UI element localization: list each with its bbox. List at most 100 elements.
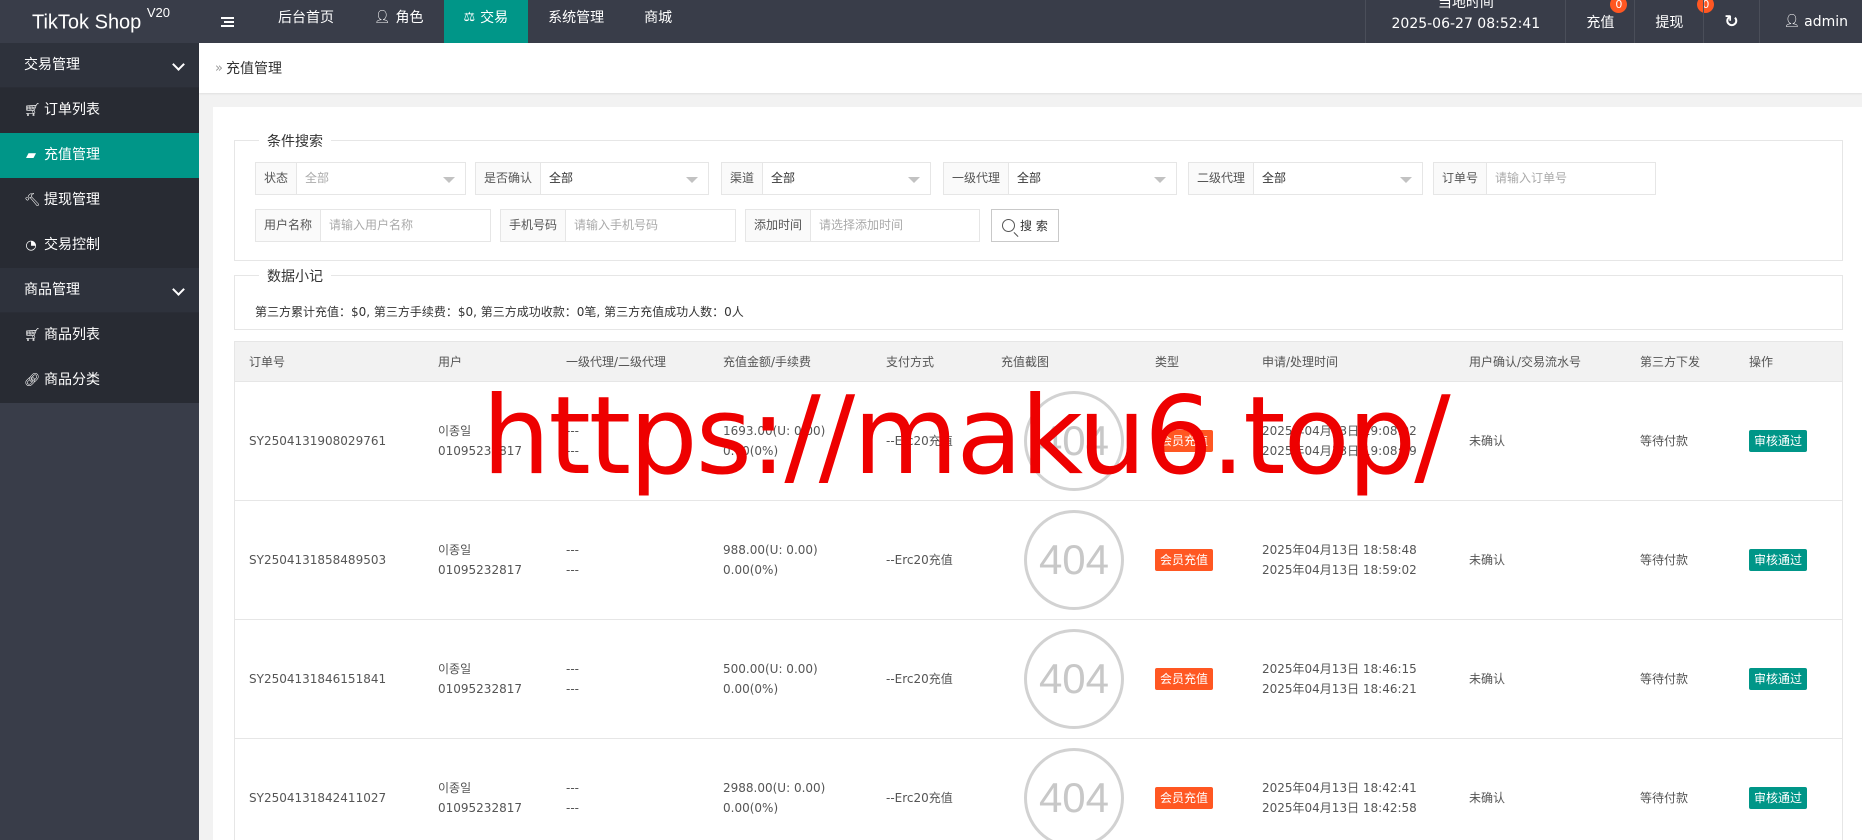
action-cell: 审核通过: [1749, 430, 1808, 452]
agent2-select[interactable]: 二级代理 全部: [1188, 162, 1423, 195]
approve-button[interactable]: 审核通过: [1749, 787, 1808, 809]
sidebar-item-withdraw[interactable]: 🔨︎ 提现管理: [0, 178, 199, 223]
search-button[interactable]: 搜 索: [991, 209, 1059, 242]
cart-icon: 🛒︎: [24, 328, 41, 343]
order-no: SY2504131908029761: [249, 434, 387, 448]
table-row: SY2504131842411027 이종일 01095232817 --- ---…: [235, 739, 1842, 840]
sidebar-group-trade[interactable]: 交易管理: [0, 43, 199, 88]
channel-value: 全部: [763, 163, 930, 194]
type-tag: 会员充值: [1155, 787, 1214, 809]
sidebar-group-label: 交易管理: [24, 57, 80, 73]
sidebar-group-label: 商品管理: [24, 282, 80, 298]
table-row: SY2504131846151841 이종일 01095232817 --- ---…: [235, 620, 1842, 739]
agent2-value-text: 全部: [1262, 171, 1287, 185]
time-input[interactable]: 请选择添加时间: [811, 210, 979, 241]
order-no: SY2504131846151841: [249, 672, 387, 686]
confirm-label: 是否确认: [476, 163, 542, 194]
order-no-input[interactable]: 请输入订单号: [1487, 163, 1655, 194]
nav-role-label: 角色: [395, 10, 424, 26]
sidebar-item-label: 充值管理: [44, 147, 100, 163]
apply-time: 2025年04月13日 18:46:15: [1262, 662, 1417, 676]
caret-down-icon: [686, 177, 698, 183]
header-right: 当地时间 2025-06-27 08:52:41 充值 0 提现 0 ↻ 👤︎ …: [1365, 0, 1862, 43]
recharge-screenshot[interactable]: 404: [1024, 748, 1124, 840]
pay-method: --Erc20充值: [886, 791, 953, 805]
agent1-select[interactable]: 一级代理 全部: [943, 162, 1177, 195]
breadcrumb: » 充值管理: [199, 43, 1862, 93]
sidebar-item-trade-control[interactable]: ◔ 交易控制: [0, 223, 199, 268]
time-cell: 2025年04月13日 18:42:41 2025年04月13日 18:42:58: [1262, 778, 1417, 818]
user-name: 이종일: [438, 781, 472, 795]
refresh-button[interactable]: ↻: [1703, 0, 1758, 43]
agent2-value: 全部: [1254, 163, 1422, 194]
fee: 0.00(0%): [723, 801, 779, 815]
amount: 988.00(U: 0.00): [723, 543, 818, 557]
sidebar-item-label: 提现管理: [44, 192, 100, 208]
approve-button[interactable]: 审核通过: [1749, 668, 1808, 690]
caret-down-icon: [1400, 177, 1412, 183]
nav-trade[interactable]: ⚖︎ 交易: [443, 0, 529, 43]
confirm-select[interactable]: 是否确认 全部: [475, 162, 709, 195]
action-cell: 审核通过: [1749, 549, 1808, 571]
confirm-status: 未确认: [1469, 553, 1506, 567]
agent1-label: 一级代理: [944, 163, 1010, 194]
phone-field[interactable]: 手机号码 请输入手机号码: [500, 209, 736, 242]
nav-mall-label: 商城: [644, 10, 673, 26]
action-cell: 审核通过: [1749, 787, 1808, 809]
sidebar-item-recharge[interactable]: ▰ 充值管理: [0, 133, 199, 178]
nav-home[interactable]: 后台首页: [258, 0, 354, 43]
user-menu[interactable]: 👤︎ admin: [1758, 0, 1862, 43]
order-no-field[interactable]: 订单号 请输入订单号: [1433, 162, 1656, 195]
username-input[interactable]: 请输入用户名称: [321, 210, 490, 241]
nav-system[interactable]: 系统管理: [528, 0, 624, 43]
channel-select[interactable]: 渠道 全部: [721, 162, 931, 195]
user-name: 이종일: [438, 424, 472, 438]
agent-cell: --- ---: [566, 659, 579, 699]
agent2: ---: [566, 801, 579, 815]
third-status: 等待付款: [1640, 672, 1689, 686]
stats-summary: 第三方累计充值：$0, 第三方手续费：$0, 第三方成功收款：0笔, 第三方充值…: [255, 305, 744, 319]
menu-toggle-icon[interactable]: [212, 0, 242, 43]
time-field[interactable]: 添加时间 请选择添加时间: [745, 209, 980, 242]
approve-button[interactable]: 审核通过: [1749, 430, 1808, 452]
search-icon: [1002, 219, 1015, 232]
user-name: 이종일: [438, 543, 472, 557]
search-button-label: 搜 索: [1020, 219, 1048, 233]
agent1: ---: [566, 543, 579, 557]
sidebar-item-goods-category[interactable]: 🔗︎ 商品分类: [0, 358, 199, 403]
approve-button[interactable]: 审核通过: [1749, 549, 1808, 571]
user-icon: 👤︎: [1783, 14, 1801, 29]
phone-input[interactable]: 请输入手机号码: [566, 210, 735, 241]
confirm-value-text: 全部: [549, 171, 574, 185]
cart-icon: 🛒︎: [24, 103, 41, 118]
agent-cell: --- ---: [566, 540, 579, 580]
nav-role[interactable]: 👤︎ 角色: [354, 0, 444, 43]
caret-down-icon: [443, 177, 455, 183]
col-order: 订单号: [249, 355, 286, 369]
type-tag: 会员充值: [1155, 549, 1214, 571]
process-time: 2025年04月13日 18:46:21: [1262, 682, 1417, 696]
agent1-value-text: 全部: [1017, 171, 1042, 185]
withdraw-notice-label: 提现: [1655, 14, 1684, 31]
withdraw-notice[interactable]: 提现 0: [1634, 0, 1715, 43]
breadcrumb-current[interactable]: 充值管理: [226, 58, 282, 78]
apply-time: 2025年04月13日 18:58:48: [1262, 543, 1417, 557]
sidebar-item-goods-list[interactable]: 🛒︎ 商品列表: [0, 313, 199, 358]
sidebar-item-orders[interactable]: 🛒︎ 订单列表: [0, 88, 199, 133]
third-status: 等待付款: [1640, 553, 1689, 567]
recharge-screenshot[interactable]: 404: [1024, 510, 1124, 610]
time-cell: 2025年04月13日 18:58:48 2025年04月13日 18:59:02: [1262, 540, 1417, 580]
channel-label: 渠道: [722, 163, 764, 194]
agent1-value: 全部: [1009, 163, 1176, 194]
app-logo[interactable]: TikTok Shop V20: [0, 0, 199, 43]
recharge-screenshot[interactable]: 404: [1024, 629, 1124, 729]
username-field[interactable]: 用户名称 请输入用户名称: [255, 209, 491, 242]
recharge-notice[interactable]: 充值 0: [1565, 0, 1634, 43]
nav-mall[interactable]: 商城: [624, 0, 692, 43]
sidebar-group-goods[interactable]: 商品管理: [0, 268, 199, 313]
status-select[interactable]: 状态 全部: [255, 162, 466, 195]
process-time: 2025年04月13日 18:59:02: [1262, 563, 1417, 577]
time-label: 添加时间: [746, 210, 812, 241]
apply-time: 2025年04月13日 18:42:41: [1262, 781, 1417, 795]
third-status: 等待付款: [1640, 434, 1689, 448]
